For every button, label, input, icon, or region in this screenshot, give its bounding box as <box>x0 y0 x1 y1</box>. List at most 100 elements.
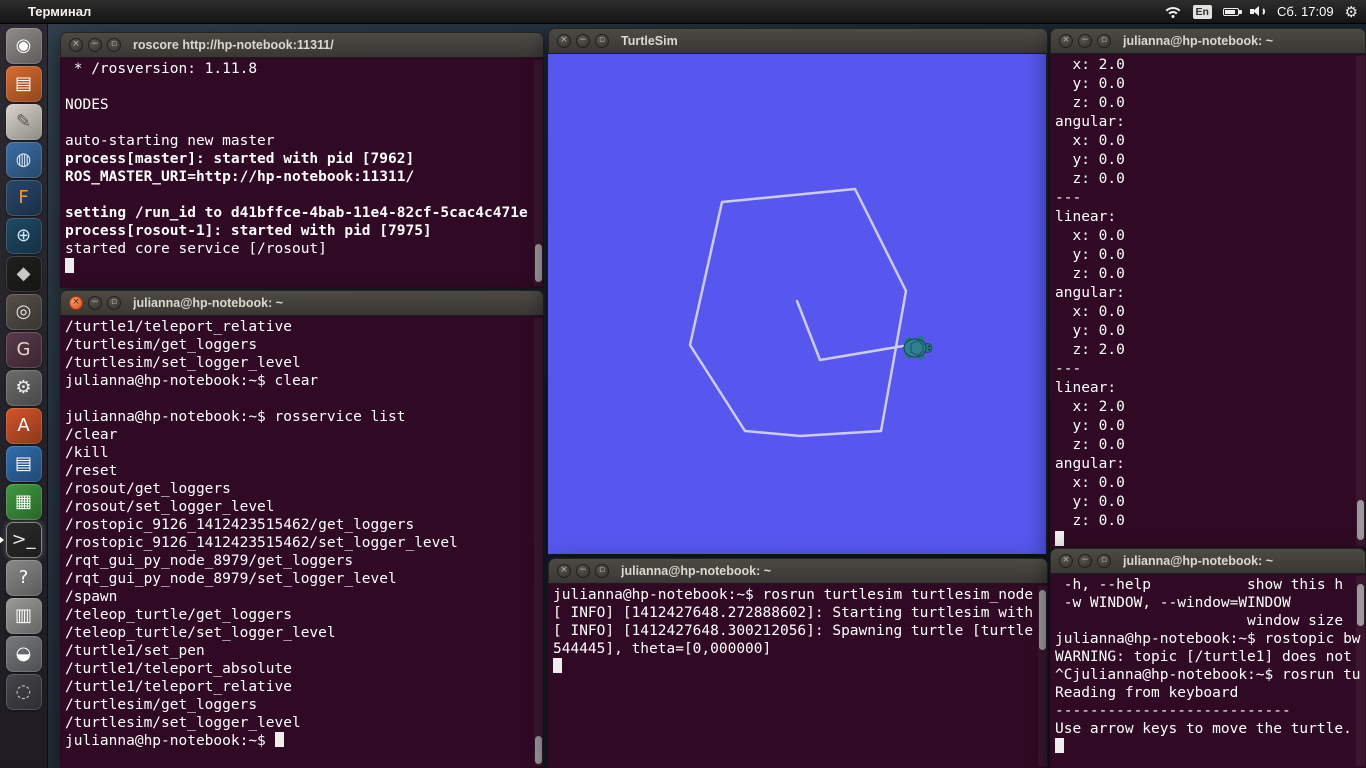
terminal-line: /rostopic_9126_1412423515462/get_loggers <box>65 516 544 534</box>
trash-icon: ◌ <box>16 683 32 701</box>
terminal-output-right[interactable]: x: 2.0 y: 0.0 z: 0.0angular: x: 0.0 y: 0… <box>1050 54 1366 548</box>
web-browser-icon: ⊕ <box>16 227 31 245</box>
scrollbar-thumb[interactable] <box>1357 500 1364 540</box>
terminal-line: julianna@hp-notebook:~$ <box>65 732 544 750</box>
pen-path-inner <box>797 301 903 360</box>
titlebar-terminal-left[interactable]: × − ▫ julianna@hp-notebook: ~ <box>60 290 544 316</box>
maximize-icon[interactable]: ▫ <box>107 38 121 52</box>
top-panel: Терминал En Сб. 17:09 <box>0 0 1366 24</box>
launcher-item-terminal[interactable]: >_ <box>6 522 42 558</box>
scrollbar[interactable] <box>534 60 543 286</box>
text-cursor <box>65 258 74 273</box>
writer-icon: ▤ <box>15 455 32 473</box>
text-cursor <box>553 658 562 673</box>
window-terminal-left: × − ▫ julianna@hp-notebook: ~ /turtle1/t… <box>60 290 544 768</box>
close-icon[interactable]: × <box>69 38 83 52</box>
terminal-line: y: 0.0 <box>1055 151 1366 170</box>
volume-icon[interactable] <box>1250 5 1266 18</box>
terminal-line: /turtlesim/get_loggers <box>65 336 544 354</box>
terminal-line: Reading from keyboard <box>1055 684 1366 702</box>
terminal-icon: >_ <box>11 531 35 549</box>
session-gear-icon[interactable] <box>1345 3 1358 21</box>
scrollbar-thumb[interactable] <box>1039 590 1046 650</box>
scrollbar[interactable] <box>1356 576 1365 766</box>
minimize-icon[interactable]: − <box>1078 34 1092 48</box>
close-icon[interactable]: × <box>69 296 83 310</box>
clock[interactable]: Сб. 17:09 <box>1277 4 1334 19</box>
terminal-output-roscore[interactable]: * /rosversion: 1.11.8 NODES auto-startin… <box>60 58 544 288</box>
minimize-icon[interactable]: − <box>88 296 102 310</box>
titlebar-terminal-bottom-center[interactable]: × − ▫ julianna@hp-notebook: ~ <box>548 558 1048 584</box>
terminal-line <box>65 390 544 408</box>
scrollbar[interactable] <box>1356 56 1365 546</box>
terminal-line <box>65 78 544 96</box>
scrollbar[interactable] <box>1038 586 1047 766</box>
launcher-item-help[interactable]: ? <box>6 560 42 596</box>
keyboard-layout-indicator[interactable]: En <box>1193 5 1212 19</box>
launcher-item-inkscape[interactable]: ◆ <box>6 256 42 292</box>
disk-utility-icon: ◒ <box>16 645 32 663</box>
minimize-icon[interactable]: − <box>576 34 590 48</box>
launcher-item-writer[interactable]: ▤ <box>6 446 42 482</box>
terminal-line: linear: <box>1055 208 1366 227</box>
terminal-line: z: 0.0 <box>1055 436 1366 455</box>
launcher-item-text-editor[interactable]: ✎ <box>6 104 42 140</box>
maximize-icon[interactable]: ▫ <box>107 296 121 310</box>
terminal-line: process[master]: started with pid [7962] <box>65 150 544 168</box>
terminal-line: 544445], theta=[0,000000] <box>553 640 1048 658</box>
window-title: julianna@hp-notebook: ~ <box>621 564 771 578</box>
network-wifi-icon[interactable] <box>1164 5 1182 18</box>
launcher-item-blue-app[interactable]: ◍ <box>6 142 42 178</box>
close-icon[interactable]: × <box>1059 34 1073 48</box>
battery-icon[interactable] <box>1223 8 1239 16</box>
scrollbar[interactable] <box>534 318 543 766</box>
scrollbar-thumb[interactable] <box>535 736 542 764</box>
launcher-item-screenshot-tool[interactable]: ◎ <box>6 294 42 330</box>
window-terminal-bottom-right: × − ▫ julianna@hp-notebook: ~ -h, --help… <box>1050 548 1366 768</box>
indicator-tray: En Сб. 17:09 <box>1164 3 1366 21</box>
launcher-item-trash[interactable]: ◌ <box>6 674 42 710</box>
launcher-item-disk-utility[interactable]: ◒ <box>6 636 42 672</box>
titlebar-terminal-right[interactable]: × − ▫ julianna@hp-notebook: ~ <box>1050 28 1366 54</box>
titlebar-roscore[interactable]: × − ▫ roscore http://hp-notebook:11311/ <box>60 32 544 58</box>
terminal-output-bottom-center[interactable]: julianna@hp-notebook:~$ rosrun turtlesim… <box>548 584 1048 768</box>
terminal-output-left[interactable]: /turtle1/teleport_relative/turtlesim/get… <box>60 316 544 768</box>
maximize-icon[interactable]: ▫ <box>1097 34 1111 48</box>
maximize-icon[interactable]: ▫ <box>1097 554 1111 568</box>
launcher-item-robot-app[interactable]: ⚙ <box>6 370 42 406</box>
scrollbar-thumb[interactable] <box>535 244 542 282</box>
launcher-item-firefox[interactable]: F <box>6 180 42 216</box>
terminal-line: julianna@hp-notebook:~$ rostopic bw <box>1055 630 1366 648</box>
titlebar-terminal-bottom-right[interactable]: × − ▫ julianna@hp-notebook: ~ <box>1050 548 1366 574</box>
close-icon[interactable]: × <box>557 564 571 578</box>
titlebar-turtlesim[interactable]: × − ▫ TurtleSim <box>548 28 1048 54</box>
launcher-item-gimp[interactable]: G <box>6 332 42 368</box>
text-cursor <box>1055 531 1064 546</box>
close-icon[interactable]: × <box>557 34 571 48</box>
terminal-line: /turtle1/teleport_relative <box>65 318 544 336</box>
launcher-item-software-center[interactable]: A <box>6 408 42 444</box>
minimize-icon[interactable]: − <box>88 38 102 52</box>
terminal-line: /rostopic_9126_1412423515462/set_logger_… <box>65 534 544 552</box>
terminal-line: ^Cjulianna@hp-notebook:~$ rosrun tu <box>1055 666 1366 684</box>
launcher-item-dash-home[interactable]: ◉ <box>6 28 42 64</box>
terminal-output-bottom-right[interactable]: -h, --help show this h -w WINDOW, --wind… <box>1050 574 1366 768</box>
minimize-icon[interactable]: − <box>1078 554 1092 568</box>
launcher-item-web-browser[interactable]: ⊕ <box>6 218 42 254</box>
maximize-icon[interactable]: ▫ <box>595 34 609 48</box>
launcher-item-calc[interactable]: ▦ <box>6 484 42 520</box>
terminal-line: x: 0.0 <box>1055 474 1366 493</box>
launcher-item-files[interactable]: ▤ <box>6 66 42 102</box>
terminal-line: /rqt_gui_py_node_8979/get_loggers <box>65 552 544 570</box>
maximize-icon[interactable]: ▫ <box>595 564 609 578</box>
minimize-icon[interactable]: − <box>576 564 590 578</box>
terminal-line: z: 0.0 <box>1055 170 1366 189</box>
window-terminal-bottom-center: × − ▫ julianna@hp-notebook: ~ julianna@h… <box>548 558 1048 768</box>
terminal-line: angular: <box>1055 113 1366 132</box>
close-icon[interactable]: × <box>1059 554 1073 568</box>
launcher-item-archive[interactable]: ▥ <box>6 598 42 634</box>
screenshot-tool-icon: ◎ <box>16 303 32 321</box>
scrollbar-thumb[interactable] <box>1357 584 1364 626</box>
terminal-line: --------------------------- <box>1055 702 1366 720</box>
terminal-line: y: 0.0 <box>1055 493 1366 512</box>
